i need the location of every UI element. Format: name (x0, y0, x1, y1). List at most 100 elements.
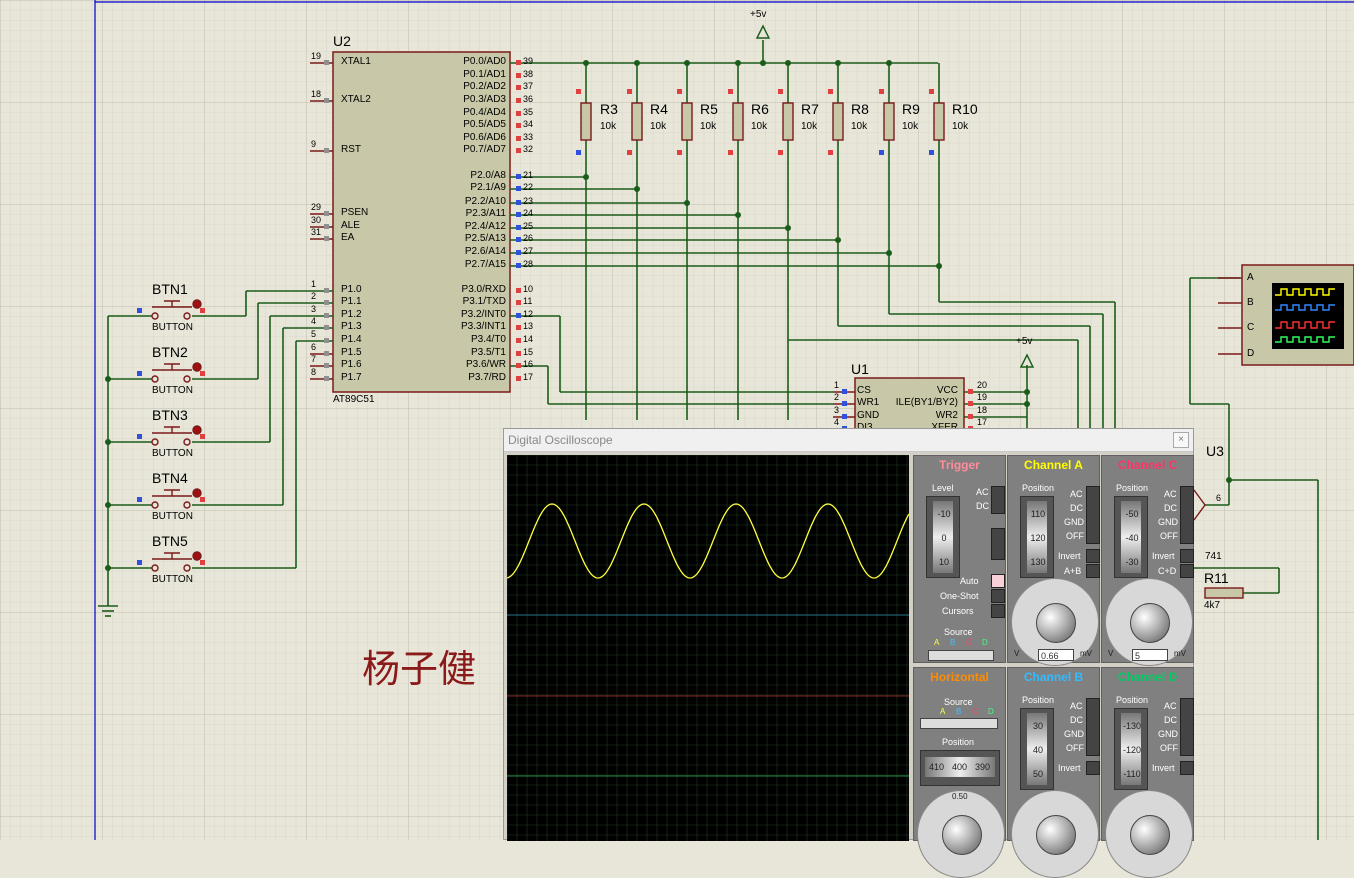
close-button[interactable]: × (1173, 432, 1189, 448)
channel-a-pos-tick-3: 130 (1030, 557, 1046, 567)
channel-b-volts-dial[interactable] (1011, 790, 1099, 878)
channel-a-sum-checkbox[interactable] (1086, 564, 1100, 578)
pin-state-marker (516, 363, 521, 368)
pin-state-marker (677, 89, 682, 94)
u2-pin-name: P2.3/A11 (465, 208, 506, 219)
pin-state-marker (324, 211, 329, 216)
u2-pin-number: 37 (523, 81, 534, 91)
u2-pin-name: P1.3 (341, 321, 362, 332)
oscilloscope-titlebar[interactable]: Digital Oscilloscope × (504, 429, 1193, 452)
channel-c-pos-tick-2: -40 (1125, 533, 1139, 543)
pin-state-marker (842, 401, 847, 406)
channel-a-value-field[interactable]: 0.66 (1038, 649, 1074, 661)
channel-c-invert-checkbox[interactable] (1180, 549, 1194, 563)
channel-d-position-drum[interactable]: -130 -120 -110 (1114, 708, 1148, 790)
horizontal-pos-tick-2: 400 (952, 762, 968, 772)
u2-pin-name: P2.7/A15 (464, 259, 506, 270)
r11-value: 4k7 (1204, 600, 1221, 611)
u2-pin-number: 28 (523, 259, 534, 269)
pin-state-marker (200, 308, 205, 313)
channel-c-value-field[interactable]: 5 (1132, 649, 1168, 661)
channel-d-title: Channel D (1117, 670, 1178, 684)
u2-pin-name: P3.0/RXD (461, 284, 506, 295)
horizontal-position-drum[interactable]: 410 400 390 (920, 750, 1000, 786)
pin-state-marker (842, 389, 847, 394)
trigger-ac-label: AC (976, 487, 989, 497)
pin-state-marker (516, 313, 521, 318)
u2-pin-name: P3.3/INT1 (460, 321, 506, 332)
pin-state-marker (728, 89, 733, 94)
trigger-level-drum[interactable]: -10 0 10 (926, 496, 960, 578)
trigger-cursors-checkbox[interactable] (991, 604, 1005, 618)
oscilloscope-window[interactable]: Digital Oscilloscope × Trigger Level -10… (503, 428, 1194, 878)
u3-pin: 6 (1216, 493, 1222, 503)
channel-b-position-drum[interactable]: 30 40 50 (1020, 708, 1054, 790)
horizontal-source-slider[interactable] (920, 718, 998, 729)
pin-state-marker (137, 371, 142, 376)
horizontal-pos-tick-3: 390 (975, 762, 991, 772)
button-type: BUTTON (152, 322, 193, 333)
horizontal-source-d: D (988, 707, 994, 716)
channel-a-position-drum[interactable]: 110 120 130 (1020, 496, 1054, 578)
channel-b-coupling-switch[interactable] (1086, 698, 1100, 756)
trigger-cursors-label: Cursors (942, 606, 974, 616)
channel-a-coupling-switch[interactable] (1086, 486, 1100, 544)
trigger-source-slider[interactable] (928, 650, 994, 661)
button-indicator (192, 425, 202, 435)
u2-pin-name: P1.7 (341, 372, 362, 383)
pin-state-marker (200, 497, 205, 502)
pin-state-marker (137, 434, 142, 439)
channel-c-coupling-switch[interactable] (1180, 486, 1194, 544)
pin-state-marker (576, 89, 581, 94)
channel-b-invert-checkbox[interactable] (1086, 761, 1100, 775)
trigger-oneshot-checkbox[interactable] (991, 589, 1005, 603)
pin-state-marker (728, 150, 733, 155)
channel-a-sum-label: A+B (1064, 566, 1082, 576)
u2-pin-name: P2.4/A12 (464, 221, 506, 232)
trigger-level-label: Level (932, 483, 954, 493)
resistor-ref: R10 (952, 101, 978, 117)
horizontal-source-c: C (972, 707, 978, 716)
u2-pin-number: 3 (311, 304, 317, 314)
button-indicator (192, 551, 202, 561)
channel-c-ac-label: AC (1164, 489, 1177, 499)
u2-pin-number: 13 (523, 321, 534, 331)
button-ref: BTN1 (152, 281, 188, 297)
u2-pin-number: 4 (311, 316, 317, 326)
u2-pin-number: 30 (311, 215, 322, 225)
pin-state-marker (324, 60, 329, 65)
channel-d-volts-dial[interactable] (1105, 790, 1193, 878)
channel-c-position-drum[interactable]: -50 -40 -30 (1114, 496, 1148, 578)
u2-pin-name: P3.5/T1 (470, 347, 506, 358)
trigger-source-c: C (966, 638, 972, 647)
channel-d-invert-checkbox[interactable] (1180, 761, 1194, 775)
pin-state-marker (627, 150, 632, 155)
channel-a-dc-label: DC (1070, 503, 1083, 513)
pin-state-marker (576, 150, 581, 155)
trigger-edge-switch[interactable] (991, 528, 1005, 560)
resistor-ref: R3 (600, 101, 618, 117)
u2-pin-number: 33 (523, 132, 534, 142)
u2-pin-name: P3.1/TXD (462, 296, 506, 307)
u2-pin-number: 19 (311, 51, 322, 61)
u2-pin-number: 7 (311, 354, 317, 364)
pin-state-marker (516, 123, 521, 128)
scope-input-b: B (1247, 297, 1254, 308)
horizontal-time-dial[interactable] (917, 790, 1005, 878)
trigger-coupling-switch[interactable] (991, 486, 1005, 514)
u2-pin-number: 18 (311, 89, 322, 99)
trigger-auto-checkbox[interactable] (991, 574, 1005, 588)
trigger-level-tick-2: 0 (941, 533, 947, 543)
u2-pin-number: 32 (523, 144, 534, 154)
channel-c-sum-checkbox[interactable] (1180, 564, 1194, 578)
pin-state-marker (516, 376, 521, 381)
oscilloscope-title: Digital Oscilloscope (508, 433, 613, 447)
u2-pin-number: 27 (523, 246, 534, 256)
u1-pin-number: 1 (834, 380, 840, 390)
channel-a-invert-checkbox[interactable] (1086, 549, 1100, 563)
scope-input-d: D (1247, 348, 1255, 359)
u1-pin-number: 19 (977, 392, 988, 402)
channel-d-coupling-switch[interactable] (1180, 698, 1194, 756)
pin-state-marker (324, 351, 329, 356)
u2-pin-name: P1.2 (341, 309, 362, 320)
